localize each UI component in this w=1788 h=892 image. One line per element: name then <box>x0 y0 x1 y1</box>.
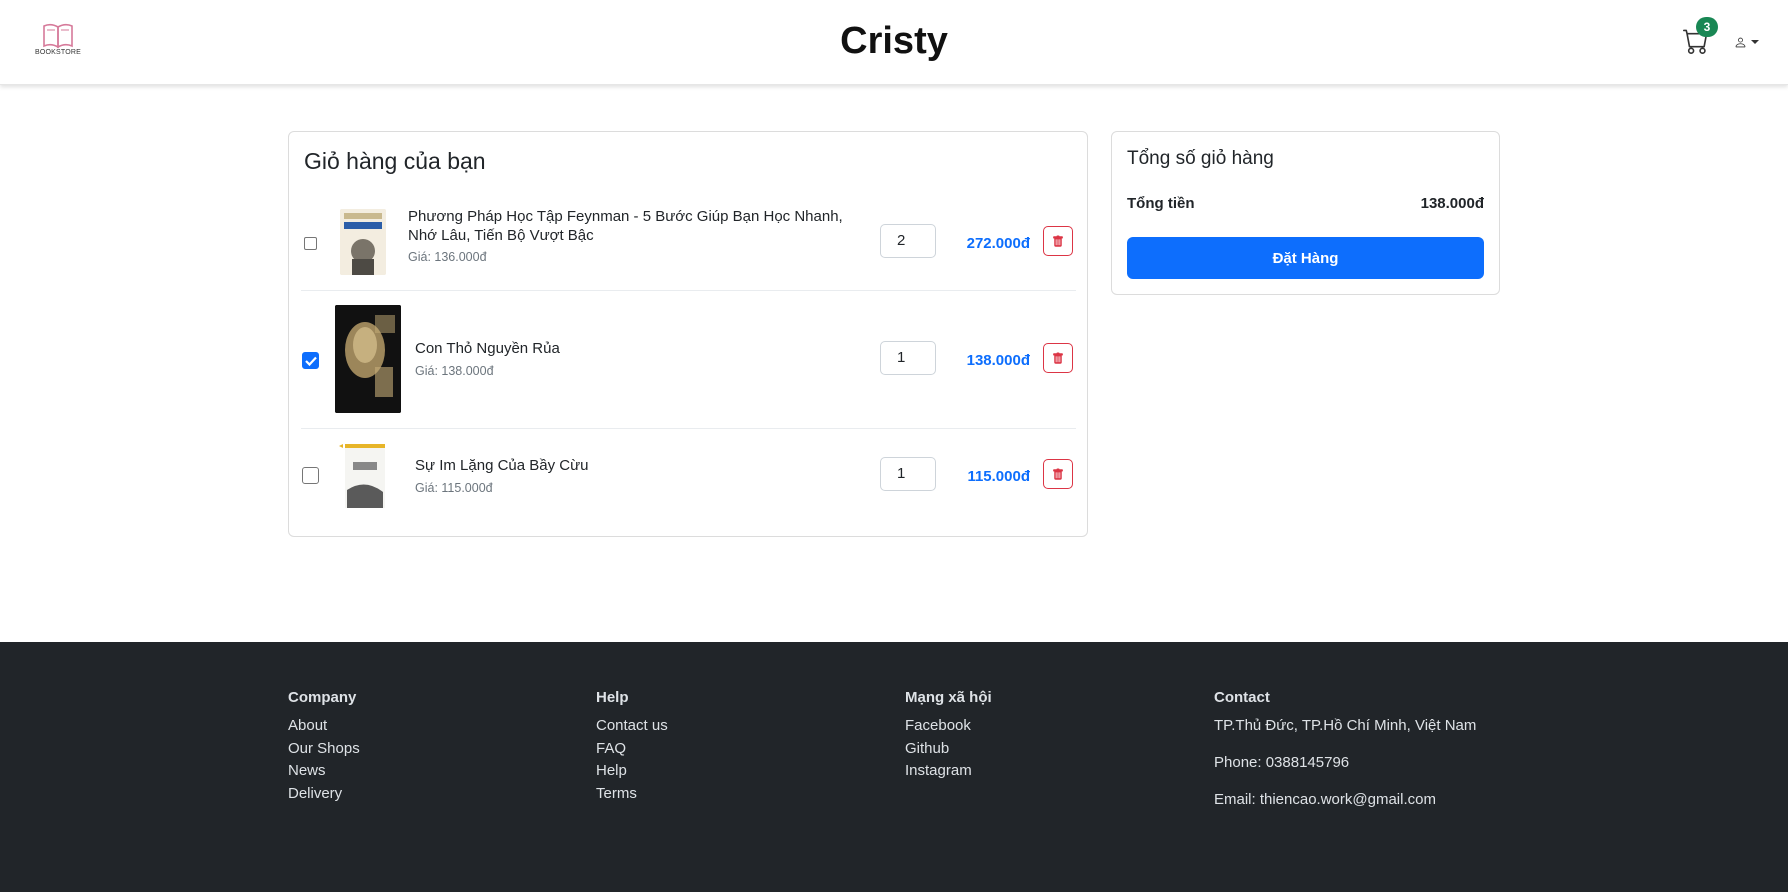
delete-item-button[interactable] <box>1043 343 1073 373</box>
cart-panel: Giỏ hàng của bạn Phương Pháp Học Tập Fey… <box>288 131 1088 537</box>
item-title[interactable]: Con Thỏ Nguyền Rủa <box>415 339 560 358</box>
item-unit-price: Giá: 136.000đ <box>408 250 487 264</box>
footer-heading: Contact <box>1214 689 1270 706</box>
item-line-total: 272.000đ <box>966 235 1030 252</box>
site-footer: Company About Our Shops News Delivery He… <box>0 642 1788 892</box>
delete-item-button[interactable] <box>1043 459 1073 489</box>
book-cover-image[interactable] <box>339 442 391 510</box>
user-icon <box>1735 37 1746 47</box>
cart-summary-panel: Tổng số giỏ hàng Tổng tiền 138.000đ Đặt … <box>1111 131 1500 295</box>
item-title[interactable]: Phương Pháp Học Tập Feynman - 5 Bước Giú… <box>408 207 858 245</box>
item-unit-price: Giá: 115.000đ <box>415 481 493 495</box>
trash-icon <box>1053 235 1063 247</box>
footer-heading: Company <box>288 689 357 706</box>
top-navbar: BOOKSTORE Cristy 3 <box>0 0 1788 85</box>
site-title: Cristy <box>840 20 948 62</box>
footer-link-help[interactable]: Help <box>596 760 668 783</box>
footer-link-facebook[interactable]: Facebook <box>905 715 992 738</box>
caret-down-icon <box>1751 40 1759 44</box>
delete-item-button[interactable] <box>1043 226 1073 256</box>
summary-title: Tổng số giỏ hàng <box>1127 148 1274 169</box>
contact-email: Email: thiencao.work@gmail.com <box>1214 791 1436 808</box>
footer-heading: Help <box>596 689 629 706</box>
item-line-total: 115.000đ <box>967 468 1030 485</box>
book-cover-image[interactable] <box>335 305 401 413</box>
item-line-total: 138.000đ <box>966 352 1030 369</box>
footer-link-our-shops[interactable]: Our Shops <box>288 738 360 761</box>
item-select-checkbox[interactable] <box>302 467 319 484</box>
trash-icon <box>1053 468 1063 480</box>
footer-link-about[interactable]: About <box>288 715 360 738</box>
cart-title: Giỏ hàng của bạn <box>304 148 486 174</box>
contact-phone: Phone: 0388145796 <box>1214 754 1350 771</box>
item-select-checkbox[interactable] <box>302 352 319 369</box>
item-unit-price: Giá: 138.000đ <box>415 364 494 378</box>
trash-icon <box>1053 352 1063 364</box>
quantity-input[interactable]: 1 <box>880 457 936 491</box>
footer-link-instagram[interactable]: Instagram <box>905 760 992 783</box>
quantity-input[interactable]: 2 <box>880 224 936 258</box>
cart-item: Sự Im Lặng Của Bầy Cừu Giá: 115.000đ 1 1… <box>301 429 1076 534</box>
total-value: 138.000đ <box>1420 195 1484 212</box>
footer-help-column: Help Contact us FAQ Help Terms <box>596 689 668 805</box>
footer-company-column: Company About Our Shops News Delivery <box>288 689 360 805</box>
footer-contact-column: Contact TP.Thủ Đức, TP.Hồ Chí Minh, Việt… <box>1214 689 1476 826</box>
item-select-checkbox[interactable] <box>304 237 317 250</box>
item-title[interactable]: Sự Im Lặng Của Bầy Cừu <box>415 456 589 475</box>
check-icon <box>305 356 317 366</box>
contact-address: TP.Thủ Đức, TP.Hồ Chí Minh, Việt Nam <box>1214 717 1477 734</box>
footer-link-contact-us[interactable]: Contact us <box>596 715 668 738</box>
total-label: Tổng tiền <box>1127 195 1195 212</box>
footer-link-delivery[interactable]: Delivery <box>288 783 360 806</box>
footer-link-news[interactable]: News <box>288 760 360 783</box>
cart-item: Con Thỏ Nguyền Rủa Giá: 138.000đ 1 138.0… <box>301 291 1076 429</box>
footer-link-faq[interactable]: FAQ <box>596 738 668 761</box>
footer-link-github[interactable]: Github <box>905 738 992 761</box>
book-cover-image[interactable] <box>340 209 386 275</box>
quantity-input[interactable]: 1 <box>880 341 936 375</box>
place-order-button[interactable]: Đặt Hàng <box>1127 237 1484 279</box>
cart-item: Phương Pháp Học Tập Feynman - 5 Bước Giú… <box>301 194 1076 291</box>
cart-count-badge: 3 <box>1696 17 1718 37</box>
footer-link-terms[interactable]: Terms <box>596 783 668 806</box>
footer-heading: Mạng xã hội <box>905 689 992 706</box>
footer-social-column: Mạng xã hội Facebook Github Instagram <box>905 689 992 783</box>
user-menu-toggle[interactable] <box>1734 33 1768 51</box>
